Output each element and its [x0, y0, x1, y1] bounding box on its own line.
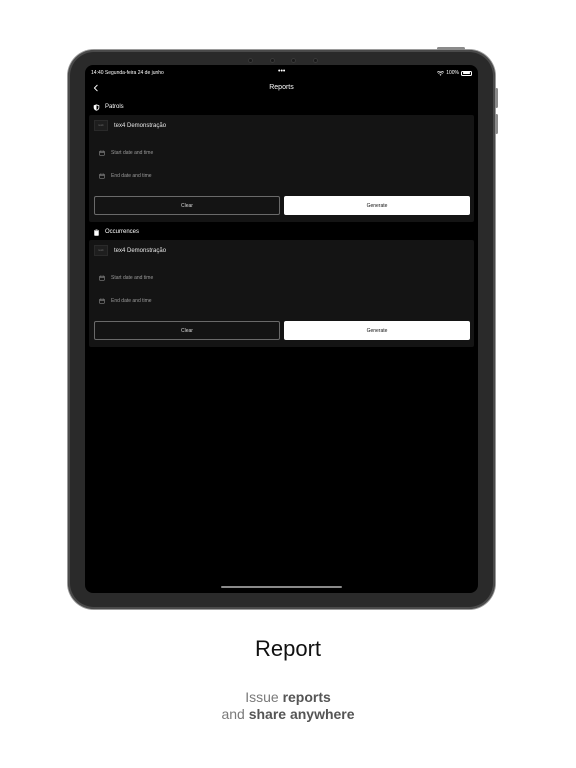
section-header-patrols: Patrols	[85, 100, 478, 114]
status-right: 100%	[437, 70, 472, 76]
start-date-placeholder: Start date and time	[111, 275, 154, 281]
page-title: Reports	[269, 84, 294, 91]
sensor-dot	[291, 57, 297, 63]
company-name: tex4 Demonstração	[114, 122, 167, 129]
clear-button[interactable]: Clear	[94, 196, 280, 215]
generate-button[interactable]: Generate	[284, 321, 470, 340]
end-date-field[interactable]: End date and time	[99, 173, 152, 179]
clear-button[interactable]: Clear	[94, 321, 280, 340]
power-button	[437, 47, 465, 50]
calendar-icon	[99, 298, 105, 304]
wifi-icon	[437, 70, 445, 76]
report-card-patrols: tex4 tex4 Demonstração Start date and ti…	[89, 115, 474, 222]
caption-line-1-bold: reports	[282, 689, 331, 705]
sensor-dot	[312, 57, 318, 63]
battery-percent: 100%	[446, 70, 459, 76]
nav-bar: Reports	[85, 83, 478, 95]
section-title: Occurrences	[105, 229, 140, 235]
company-logo-text: tex4	[98, 124, 104, 127]
caption-line-1: Issue reports	[0, 689, 576, 706]
company-logo: tex4	[94, 120, 108, 131]
battery-icon	[461, 70, 472, 76]
end-date-field[interactable]: End date and time	[99, 298, 152, 304]
company-logo-text: tex4	[98, 249, 104, 252]
report-card-occurrences: tex4 tex4 Demonstração Start date and ti…	[89, 240, 474, 347]
home-indicator[interactable]	[221, 586, 342, 588]
caption-line-1-plain: Issue	[245, 689, 283, 705]
end-date-placeholder: End date and time	[111, 298, 152, 304]
camera-bar	[248, 56, 318, 64]
status-bar: 14:40 Segunda-feira 24 de junho ••• 100%	[85, 68, 478, 79]
clipboard-icon	[94, 228, 99, 236]
caption-title: Report	[254, 636, 322, 661]
caption-subtitle: Issue reports and share anywhere	[0, 689, 576, 723]
status-date: Segunda-feira 24 de junho	[104, 70, 164, 76]
start-date-placeholder: Start date and time	[111, 150, 154, 156]
generate-button[interactable]: Generate	[284, 196, 470, 215]
section-title: Patrols	[105, 104, 124, 110]
start-date-field[interactable]: Start date and time	[99, 150, 153, 156]
calendar-icon	[99, 275, 105, 281]
caption-line-2: and share anywhere	[0, 706, 576, 723]
status-time-date: 14:40 Segunda-feira 24 de junho	[91, 70, 164, 76]
caption-line-2-bold: share anywhere	[248, 706, 355, 722]
multitask-dots-icon[interactable]: •••	[278, 68, 285, 75]
shield-icon	[93, 103, 100, 111]
volume-up-button	[495, 88, 498, 108]
volume-down-button	[495, 114, 498, 134]
calendar-icon	[99, 173, 105, 179]
calendar-icon	[99, 150, 105, 156]
company-row[interactable]: tex4 tex4 Demonstração	[94, 120, 166, 131]
start-date-field[interactable]: Start date and time	[99, 275, 153, 281]
app-screen: 14:40 Segunda-feira 24 de junho ••• 100%…	[85, 65, 478, 593]
caption-line-2-plain: and	[221, 706, 249, 722]
company-name: tex4 Demonstração	[114, 247, 167, 254]
company-logo: tex4	[94, 245, 108, 256]
section-header-occurrences: Occurrences	[85, 225, 478, 239]
sensor-dot	[248, 57, 253, 63]
camera-dot	[269, 57, 275, 63]
end-date-placeholder: End date and time	[111, 173, 152, 179]
status-time: 14:40	[91, 70, 104, 76]
company-row[interactable]: tex4 tex4 Demonstração	[94, 245, 166, 256]
tablet-frame: 14:40 Segunda-feira 24 de junho ••• 100%…	[68, 47, 498, 609]
